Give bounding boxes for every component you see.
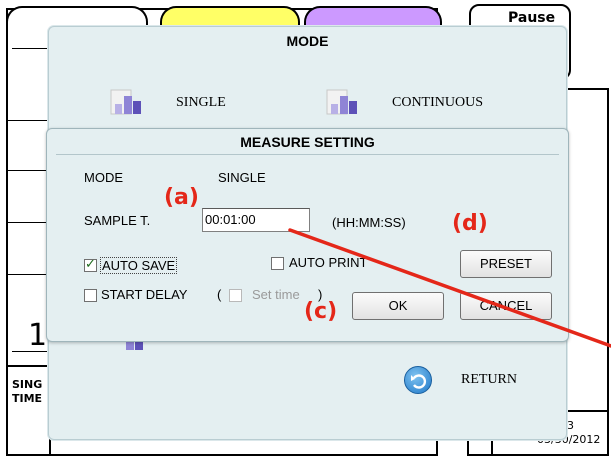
set-time-label: Set time (252, 287, 300, 302)
start-delay-label[interactable]: START DELAY (101, 287, 187, 302)
mode-dialog-title: MODE (286, 33, 329, 49)
sample-time-format: (HH:MM:SS) (332, 215, 406, 230)
status-line1: 3 (567, 419, 574, 432)
bar-chart-icon[interactable] (326, 88, 360, 116)
start-delay-checkbox[interactable] (84, 289, 97, 302)
set-time-checkbox[interactable] (229, 289, 242, 302)
side-info-line2: TIME (12, 392, 43, 405)
annotation-a: (a) (164, 185, 199, 210)
side-table-row-divider (6, 170, 48, 171)
pause-button-label: Pause (508, 10, 556, 26)
sample-time-input[interactable]: 00:01:00 (202, 208, 310, 232)
cancel-button[interactable]: CANCEL (460, 292, 552, 320)
side-table-row-divider (6, 274, 48, 275)
preset-button[interactable]: PRESET (460, 250, 552, 278)
auto-save-checkbox[interactable] (84, 257, 97, 272)
sample-time-label: SAMPLE T. (84, 213, 151, 228)
set-time-paren-open: ( (217, 287, 222, 302)
mode-value: SINGLE (218, 170, 266, 185)
mode-single-option[interactable]: SINGLE (176, 95, 226, 111)
title-divider (56, 154, 559, 155)
auto-print-label[interactable]: AUTO PRINT (289, 255, 368, 270)
bar-chart-icon[interactable] (110, 88, 144, 116)
side-table-row-divider (6, 222, 48, 223)
side-table (12, 48, 48, 352)
measure-setting-title: MEASURE SETTING (240, 134, 375, 150)
auto-save-label[interactable]: AUTO SAVE (100, 257, 178, 274)
auto-print-checkbox[interactable] (271, 257, 284, 270)
return-button[interactable]: RETURN (461, 372, 517, 388)
side-table-row-divider (6, 120, 48, 121)
mode-label: MODE (84, 170, 123, 185)
annotation-c: (c) (304, 299, 338, 324)
return-icon[interactable] (404, 366, 432, 394)
side-info-line1: SING (12, 378, 43, 391)
mode-continuous-option[interactable]: CONTINUOUS (392, 95, 483, 111)
ok-button[interactable]: OK (352, 292, 444, 320)
measurement-count: 1 (28, 318, 48, 353)
annotation-d: (d) (452, 211, 488, 236)
